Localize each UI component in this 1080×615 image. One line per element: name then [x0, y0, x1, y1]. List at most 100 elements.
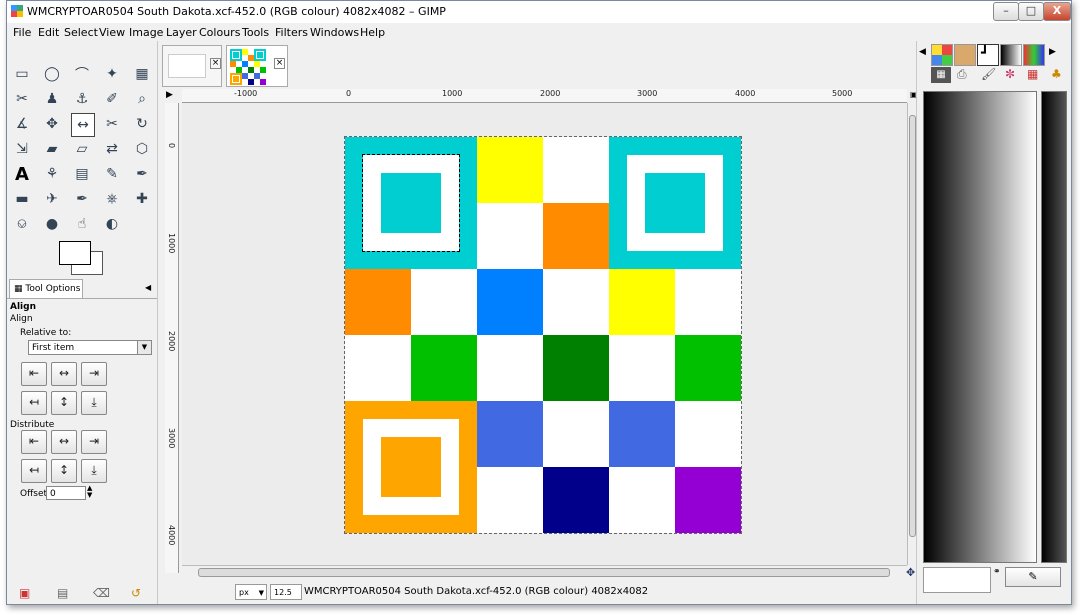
menu-view[interactable]: View [99, 26, 125, 39]
gradient-preview[interactable] [923, 91, 1037, 563]
horizontal-scrollbar[interactable] [182, 565, 907, 578]
ink-tool[interactable]: ✒ [71, 188, 93, 210]
image-tab-blank[interactable]: × [162, 45, 222, 87]
zoom-select[interactable]: 12.5 % [270, 584, 302, 600]
distribute-right-button[interactable]: ⇥ [81, 430, 107, 454]
dock-right-arrow-icon[interactable]: ▶ [1049, 47, 1056, 57]
menu-colours[interactable]: Colours [199, 26, 240, 39]
menu-filters[interactable]: Filters [275, 26, 308, 39]
perspective-clone-tool[interactable]: ⎉ [11, 213, 33, 235]
color-picker-tool[interactable]: ✐ [101, 88, 123, 110]
close-tab-icon[interactable]: × [274, 58, 285, 69]
offset-stepper-icon[interactable]: ▲ ▼ [87, 485, 92, 499]
free-select-tool[interactable]: ⌒ [71, 63, 93, 85]
flip-tool[interactable]: ⇄ [101, 138, 123, 160]
delete-options-icon[interactable]: ⌫ [93, 586, 110, 600]
image-menu-icon[interactable]: ▶ [166, 90, 173, 100]
align-top-button[interactable]: ↤ [21, 391, 47, 415]
distribute-middle-button[interactable]: ↕ [51, 459, 77, 483]
dodge-burn-tool[interactable]: ◐ [101, 213, 123, 235]
tab-brushes[interactable] [954, 44, 976, 66]
ellipse-select-tool[interactable]: ◯ [41, 63, 63, 85]
gradient-view-icon[interactable]: ▦ [931, 67, 951, 83]
eraser-tool[interactable]: ▬ [11, 188, 33, 210]
menu-windows[interactable]: Windows [310, 26, 359, 39]
fg-bg-colors[interactable] [59, 241, 107, 275]
horizontal-scroll-thumb[interactable] [198, 568, 890, 577]
foreground-color-swatch[interactable] [59, 241, 91, 265]
rotate-tool[interactable]: ↻ [131, 113, 153, 135]
blend-tool[interactable]: ▤ [71, 163, 93, 185]
navigate-icon[interactable]: ✥ [906, 566, 915, 579]
clone-tool[interactable]: ⎈ [101, 188, 123, 210]
tab-tool-options[interactable]: ▦ Tool Options [9, 279, 83, 298]
edit-gradient-button[interactable]: ✎ [1005, 567, 1061, 587]
save-options-icon[interactable]: ▣ [19, 586, 30, 600]
menu-tools[interactable]: Tools [242, 26, 269, 39]
restore-options-icon[interactable]: ▤ [57, 586, 68, 600]
tab-paths[interactable]: ┛ [977, 44, 999, 66]
text-tool[interactable]: A [11, 163, 33, 185]
perspective-tool[interactable]: ▱ [71, 138, 93, 160]
maximize-button[interactable]: □ [1018, 2, 1044, 21]
close-button[interactable]: X [1043, 2, 1071, 21]
paintbrush-tool[interactable]: ✒ [131, 163, 153, 185]
align-right-button[interactable]: ⇥ [81, 362, 107, 386]
paths-tool[interactable]: ⚓ [71, 88, 93, 110]
color-wheel-icon[interactable]: ✼ [1005, 67, 1015, 81]
menu-file[interactable]: File [13, 26, 31, 39]
align-bottom-button[interactable]: ⤓ [81, 391, 107, 415]
qr-image[interactable] [344, 136, 742, 534]
vertical-scroll-thumb[interactable] [909, 115, 916, 537]
offset-input[interactable]: 0 [46, 486, 86, 500]
distribute-center-button[interactable]: ↔ [51, 430, 77, 454]
menu-help[interactable]: Help [360, 26, 385, 39]
pencil-tool[interactable]: ✎ [101, 163, 123, 185]
foreground-select-tool[interactable]: ♟ [41, 88, 63, 110]
printer-icon[interactable]: ⎙ [957, 67, 967, 82]
relative-to-select[interactable]: First item ▼ [28, 340, 152, 355]
menu-select[interactable]: Select [64, 26, 98, 39]
scissors-select-tool[interactable]: ✂ [11, 88, 33, 110]
tab-gradients[interactable] [1000, 44, 1022, 66]
align-center-button[interactable]: ↔ [51, 362, 77, 386]
align-middle-button[interactable]: ↕ [51, 391, 77, 415]
canvas-area[interactable] [182, 103, 907, 565]
fonts-icon[interactable]: ♣ [1051, 67, 1062, 81]
secondary-gradient-preview[interactable] [1041, 91, 1067, 563]
blur-tool[interactable]: ● [41, 213, 63, 235]
cage-transform-tool[interactable]: ⬡ [131, 138, 153, 160]
distribute-bottom-button[interactable]: ⤓ [81, 459, 107, 483]
panel-menu-icon[interactable]: ◀ [145, 283, 151, 292]
dock-left-arrow-icon[interactable]: ◀ [919, 47, 926, 57]
smudge-tool[interactable]: ☝ [71, 213, 93, 235]
vertical-scrollbar[interactable] [907, 103, 916, 565]
tab-palettes[interactable] [1023, 44, 1045, 66]
align-tool[interactable]: ↔ [71, 113, 95, 137]
unit-select[interactable]: px ▼ [235, 584, 267, 600]
menu-layer[interactable]: Layer [166, 26, 197, 39]
close-tab-icon[interactable]: × [210, 58, 221, 69]
fuzzy-select-tool[interactable]: ✦ [101, 63, 123, 85]
measure-tool[interactable]: ∡ [11, 113, 33, 135]
minimize-button[interactable]: – [993, 2, 1019, 21]
crop-tool[interactable]: ✂ [101, 113, 123, 135]
select-by-color-tool[interactable]: ▦ [131, 63, 153, 85]
airbrush-tool[interactable]: ✈ [41, 188, 63, 210]
heal-tool[interactable]: ✚ [131, 188, 153, 210]
zoom-tool[interactable]: ⌕ [131, 88, 153, 110]
rect-select-tool[interactable]: ▭ [11, 63, 33, 85]
distribute-left-button[interactable]: ⇤ [21, 430, 47, 454]
shear-tool[interactable]: ▰ [41, 138, 63, 160]
reset-options-icon[interactable]: ↺ [131, 586, 141, 600]
menu-edit[interactable]: Edit [38, 26, 59, 39]
scale-tool[interactable]: ⇲ [11, 138, 33, 160]
swatch-icon[interactable]: ▦ [1027, 67, 1038, 81]
menu-image[interactable]: Image [129, 26, 163, 39]
bucket-fill-tool[interactable]: ⚘ [41, 163, 63, 185]
image-tab-active[interactable]: × [226, 45, 288, 87]
distribute-top-button[interactable]: ↤ [21, 459, 47, 483]
tab-patterns[interactable] [931, 44, 953, 66]
paintbrush-icon[interactable]: 🖌 [981, 67, 996, 81]
move-tool[interactable]: ✥ [41, 113, 63, 135]
